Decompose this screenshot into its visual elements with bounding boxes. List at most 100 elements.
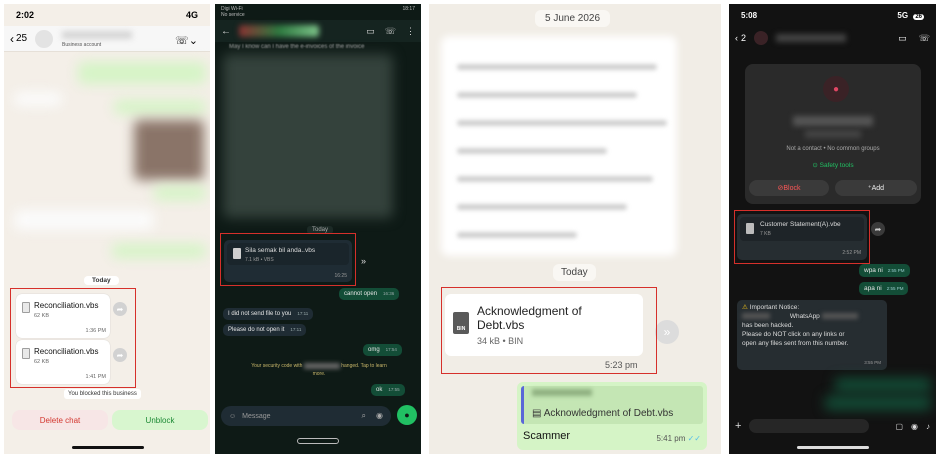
contact-name-redacted xyxy=(793,116,873,126)
message-meta: 5:41 pm ✓✓ xyxy=(656,434,701,443)
security-note-a: Your security code with xyxy=(251,363,303,369)
redacted-message xyxy=(835,378,931,392)
emoji-icon[interactable]: ☺ xyxy=(229,413,236,420)
outgoing-message: ok 17:55 xyxy=(371,384,405,396)
message-text: cannot open xyxy=(344,291,378,297)
plus-icon[interactable]: + xyxy=(735,420,741,432)
message-text: Scammer xyxy=(523,430,571,442)
security-note-c: more. xyxy=(312,371,326,377)
security-code-notice[interactable]: Your security code with hanged. Tap to l… xyxy=(235,362,403,378)
add-contact-button[interactable]: ⁺ Add xyxy=(835,180,917,196)
notice-line: has been hacked. xyxy=(742,322,794,329)
person-icon: ● xyxy=(823,76,849,102)
message-text: omg xyxy=(368,347,380,353)
camera-icon[interactable]: ◉ xyxy=(376,411,383,421)
message-input[interactable]: ☺ Message ⌕ ◉ xyxy=(221,406,391,426)
safety-tools-link[interactable]: ⊙ Safety tools xyxy=(745,161,921,169)
notice-line: Please do NOT click on any links or xyxy=(742,331,845,338)
date-chip: Today xyxy=(84,276,119,285)
status-time: 2:02 xyxy=(16,10,35,20)
redacted-text xyxy=(821,313,858,320)
redacted-text xyxy=(457,232,577,238)
video-call-icon[interactable]: ▭ xyxy=(898,33,907,44)
warning-icon: ⚠ xyxy=(742,304,750,311)
status-bar: 5:08 5G 26 xyxy=(729,4,936,26)
status-time: 5:08 xyxy=(741,10,758,20)
quoted-file-name: Acknowledgment of Debt.vbs xyxy=(543,408,674,419)
redacted-text xyxy=(457,64,657,70)
message-input[interactable] xyxy=(749,419,870,433)
outgoing-reply-message: ▤ Acknowledgment of Debt.vbs Scammer 5:4… xyxy=(517,382,707,450)
partial-message: May I know can I have the e-invoices of … xyxy=(229,44,365,50)
quoted-sender-redacted xyxy=(532,389,592,396)
battery-level: 26 xyxy=(913,13,924,20)
redacted-name xyxy=(303,362,340,369)
message-text: Please do not open it xyxy=(228,327,285,333)
redacted-text xyxy=(457,204,627,210)
forward-icon[interactable]: » xyxy=(655,320,679,344)
contact-number-redacted xyxy=(805,130,861,138)
outgoing-message: apa ni 2:55 PM xyxy=(859,282,909,295)
highlight-box xyxy=(734,210,870,264)
message-time: 3:55 PM xyxy=(864,360,881,365)
message-time: 17:11 xyxy=(290,327,302,332)
status-bar: 2:02 4G xyxy=(4,4,210,26)
outgoing-message: wpa ni 2:55 PM xyxy=(859,264,910,277)
camera-icon[interactable]: ◉ xyxy=(911,422,918,431)
back-arrow-icon[interactable]: ← xyxy=(221,26,231,37)
unblock-button[interactable]: Unblock xyxy=(112,410,208,430)
safety-tools-label: Safety tools xyxy=(819,162,854,169)
incoming-message: ⚠ Important Notice: WhatsApp has been ha… xyxy=(737,300,887,370)
chat-panel-zoomed: 5 June 2026 Today BIN Acknowledgment of … xyxy=(429,4,721,454)
date-chip: Today xyxy=(553,264,596,281)
more-menu-icon[interactable]: ⋮ xyxy=(406,26,415,37)
header-actions: ▭ ☏ xyxy=(898,33,930,44)
video-call-icon[interactable]: ▭ xyxy=(366,26,375,37)
block-button[interactable]: ⊘ Block xyxy=(749,180,829,196)
composer-actions: ▢ ◉ ♪ xyxy=(895,422,930,431)
unread-count[interactable]: 2 xyxy=(741,33,746,43)
phone-icon[interactable]: ☏ xyxy=(919,33,930,44)
highlight-box xyxy=(10,288,136,388)
delete-chat-button[interactable]: Delete chat xyxy=(12,410,108,430)
redacted-message xyxy=(825,396,931,410)
redacted-message xyxy=(14,92,62,106)
avatar[interactable] xyxy=(35,29,54,48)
redacted-messages xyxy=(223,54,393,218)
chat-header: ← ▭ ☏ ⋮ xyxy=(215,20,421,42)
avatar[interactable] xyxy=(754,31,769,45)
forward-icon[interactable]: » xyxy=(361,256,366,266)
redacted-text xyxy=(457,120,667,126)
quoted-file: ▤ Acknowledgment of Debt.vbs xyxy=(532,408,673,419)
redacted-message xyxy=(14,210,154,230)
redacted-message xyxy=(78,62,206,84)
mic-button[interactable]: ● xyxy=(397,405,417,425)
message-time: 16:36 xyxy=(383,291,395,296)
message-time: 5:41 pm xyxy=(656,434,686,443)
contact-status-text: Not a contact • No common groups xyxy=(786,146,880,152)
notice-line: WhatsApp xyxy=(789,313,820,320)
shield-icon: ⊙ xyxy=(812,162,820,169)
unread-count[interactable]: 25 xyxy=(16,33,27,44)
back-chevron-icon[interactable]: ‹ xyxy=(735,33,738,43)
message-time: 2:55 PM xyxy=(886,286,904,291)
phone-icon[interactable]: ☏⌄ xyxy=(175,34,198,47)
contact-name-redacted xyxy=(62,31,132,39)
mic-icon[interactable]: ♪ xyxy=(926,422,930,431)
status-network: 5G xyxy=(897,10,909,20)
chat-header: ‹ 2 ▭ ☏ xyxy=(729,26,936,50)
phone-icon[interactable]: ☏ xyxy=(385,26,396,37)
status-right: 5G 26 xyxy=(897,11,924,20)
sticker-icon[interactable]: ▢ xyxy=(895,422,903,431)
status-time: 18:17 xyxy=(402,6,415,12)
message-time: 17:54 xyxy=(385,347,397,352)
forward-icon[interactable]: ➦ xyxy=(871,222,885,236)
attach-icon[interactable]: ⌕ xyxy=(362,411,366,421)
back-chevron-icon[interactable]: ‹ xyxy=(10,32,14,46)
outgoing-message: omg 17:54 xyxy=(363,344,402,356)
quoted-message[interactable]: ▤ Acknowledgment of Debt.vbs xyxy=(521,386,703,424)
highlight-box xyxy=(441,287,657,374)
redacted-text xyxy=(457,176,653,182)
message-placeholder: Message xyxy=(242,412,271,420)
message-text: ok xyxy=(376,387,383,393)
